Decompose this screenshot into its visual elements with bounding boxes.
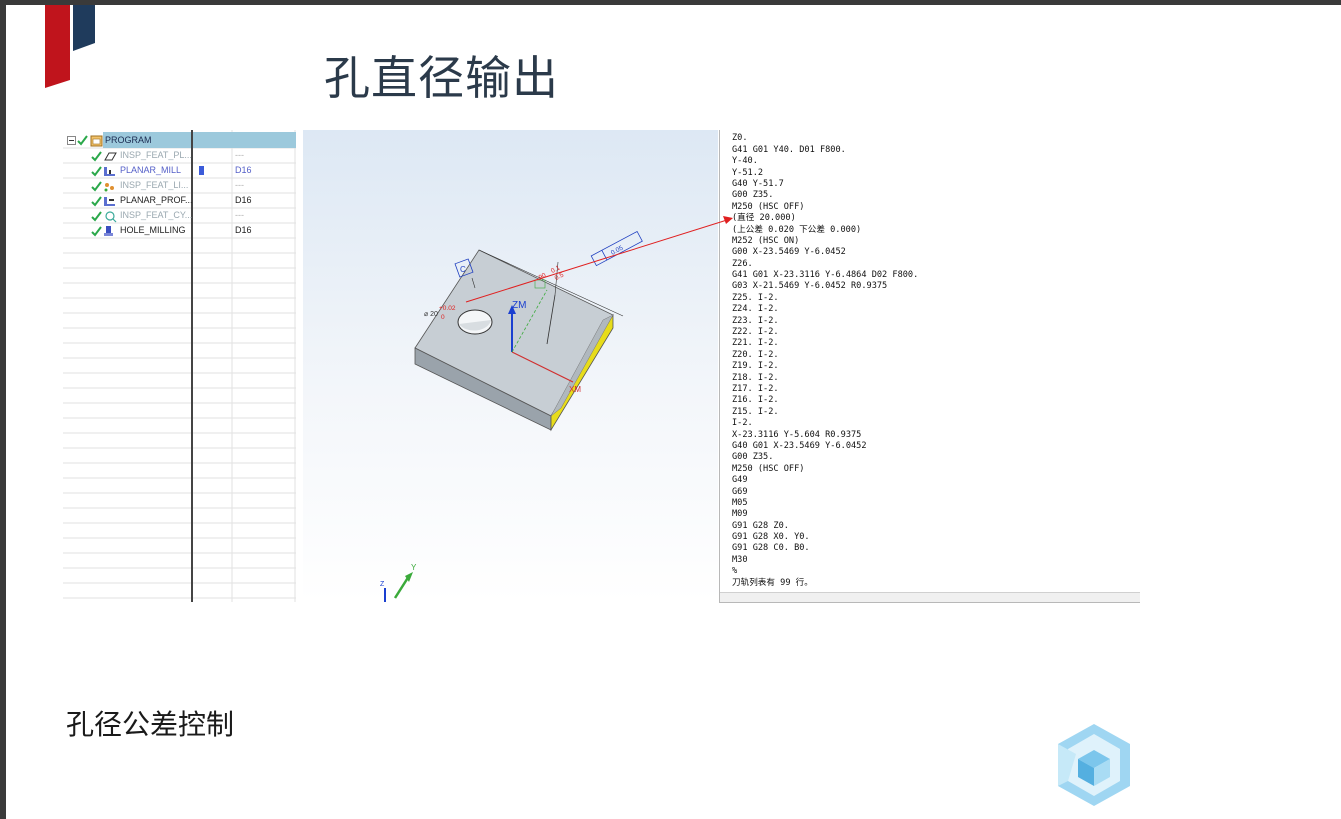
navigator-operation-row[interactable]: HOLE_MILLING D16 (63, 223, 296, 238)
program-root-label: PROGRAM (105, 135, 152, 145)
nc-code-line: G40 G01 X-23.5469 Y-6.0452 (732, 440, 867, 451)
navigator-root-row[interactable]: PROGRAM (63, 133, 296, 148)
nc-code-line: Z19. I-2. (732, 361, 779, 372)
nc-code-line: G03 X-21.5469 Y-6.0452 R0.9375 (732, 281, 888, 292)
feature-control-frame[interactable]: 0.05 (590, 230, 643, 267)
nc-code-line: Z20. I-2. (732, 349, 779, 360)
slide-subtitle: 孔径公差控制 (66, 708, 235, 741)
window-left-border (0, 0, 6, 819)
company-logo-icon (1058, 724, 1130, 806)
triad-y-label: Y (411, 563, 417, 572)
nc-code-line: I-2. (732, 418, 753, 429)
nc-code-line: Z16. I-2. (732, 395, 779, 406)
slide-title: 孔直径输出 (324, 51, 559, 105)
nc-code-line: Z24. I-2. (732, 304, 779, 315)
nc-code-line: Z21. I-2. (732, 338, 779, 349)
navigator-operation-row[interactable]: INSP_FEAT_LI... --- (63, 178, 296, 193)
operation-tool: --- (235, 150, 244, 160)
zm-axis-label: ZM (512, 300, 526, 311)
operation-name: HOLE_MILLING (120, 225, 186, 235)
hole-milling-icon (91, 225, 117, 237)
nc-code-line: Z26. (732, 258, 753, 269)
nc-code-line: Z22. I-2. (732, 327, 779, 338)
nc-code-line: Z15. I-2. (732, 406, 779, 417)
nc-code-line: Z0. (732, 133, 748, 144)
nc-code-listing: X50.Z0.G41 G01 Y40. D01 F800.Y-40.Y-51.2… (732, 130, 1134, 589)
operation-name: PLANAR_PROF... (120, 195, 193, 205)
nc-code-line: G69 (732, 486, 748, 497)
selection-marker (199, 166, 204, 175)
nc-code-line: G00 Z35. (732, 452, 774, 463)
nc-code-line: % (732, 566, 738, 577)
nc-code-line: Z18. I-2. (732, 372, 779, 383)
nc-code-line: 刀轨列表有 99 行。 (732, 577, 813, 588)
navigator-operation-row[interactable]: INSP_FEAT_CY... --- (63, 208, 296, 223)
operation-navigator: PROGRAM INSP_FEAT_PL... --- PLANAR_MILL D16… (63, 130, 296, 602)
graphics-window[interactable]: ZM XM ⌀ 20 +0.02 0 90 0.1 0.5 0.05 C Y Z (303, 130, 718, 602)
cylindricity-icon (91, 210, 117, 223)
operation-name: INSP_FEAT_PL... (120, 150, 192, 160)
nc-code-line: G00 X-23.5469 Y-6.0452 (732, 247, 846, 258)
operation-tool: D16 (235, 225, 252, 235)
part-model-view[interactable]: ZM XM ⌀ 20 +0.02 0 90 0.1 0.5 0.05 C Y Z (303, 130, 718, 602)
operation-name: INSP_FEAT_LI... (120, 180, 189, 190)
nc-code-line: M09 (732, 509, 748, 520)
nc-code-line: G49 (732, 475, 748, 486)
operation-name: INSP_FEAT_CY... (120, 210, 193, 220)
logo-red-ribbon (45, 5, 70, 88)
hole-diameter-label: ⌀ 20 (424, 311, 438, 318)
hole-upper-tolerance: +0.02 (439, 305, 456, 312)
nc-code-line: G41 G01 X-23.3116 Y-6.4864 D02 F800. (732, 270, 919, 281)
nc-code-line: Y-51.2 (732, 167, 764, 178)
planar-profile-icon (91, 195, 117, 207)
navigator-operation-row[interactable]: PLANAR_MILL D16 (63, 163, 296, 178)
hole-lower-tolerance: 0 (441, 314, 445, 321)
nc-code-line: G00 Z35. (732, 190, 774, 201)
nc-code-line: X-23.3116 Y-5.604 R0.9375 (732, 429, 862, 440)
flatness-icon (91, 150, 117, 162)
nc-code-line: G91 G28 X0. Y0. (732, 532, 810, 543)
program-group-icon (77, 135, 103, 147)
collapse-icon[interactable] (67, 136, 76, 145)
nc-code-line: G91 G28 Z0. (732, 520, 789, 531)
nc-code-line: G91 G28 C0. B0. (732, 543, 810, 554)
operation-name: PLANAR_MILL (120, 165, 182, 175)
xm-axis-label: XM (569, 385, 581, 394)
nc-code-line: M250 (HSC OFF) (732, 463, 805, 474)
svg-text:C: C (460, 265, 466, 274)
nc-code-line: M05 (732, 497, 748, 508)
nc-code-line: Z17. I-2. (732, 383, 779, 394)
post-output-window[interactable]: X50.Z0.G41 G01 Y40. D01 F800.Y-40.Y-51.2… (719, 130, 1140, 603)
logo-navy-ribbon (73, 5, 95, 51)
horizontal-scrollbar[interactable] (720, 592, 1140, 602)
part-top-face (414, 249, 614, 417)
nc-code-line: G40 Y-51.7 (732, 178, 784, 189)
operation-tool: --- (235, 180, 244, 190)
nc-code-line: Z23. I-2. (732, 315, 779, 326)
nc-code-line: Y-40. (732, 156, 758, 167)
operation-tool: D16 (235, 165, 252, 175)
nc-code-line: (直径 20.000) (732, 213, 796, 224)
operation-tool: D16 (235, 195, 252, 205)
inspection-feature-icon (91, 180, 117, 192)
navigator-operation-row[interactable]: INSP_FEAT_PL... --- (63, 148, 296, 163)
triad-z-label: Z (380, 581, 385, 588)
nc-code-line: (上公差 0.020 下公差 0.000) (732, 224, 862, 235)
nc-code-line: Z25. I-2. (732, 292, 779, 303)
window-top-border (0, 0, 1341, 5)
nc-code-line: M250 (HSC OFF) (732, 201, 805, 212)
nc-code-line: M30 (732, 554, 748, 565)
nc-code-line: M252 (HSC ON) (732, 235, 800, 246)
nc-code-line: G41 G01 Y40. D01 F800. (732, 144, 846, 155)
planar-mill-icon (91, 165, 117, 177)
navigator-operation-row[interactable]: PLANAR_PROF... D16 (63, 193, 296, 208)
operation-tool: --- (235, 210, 244, 220)
